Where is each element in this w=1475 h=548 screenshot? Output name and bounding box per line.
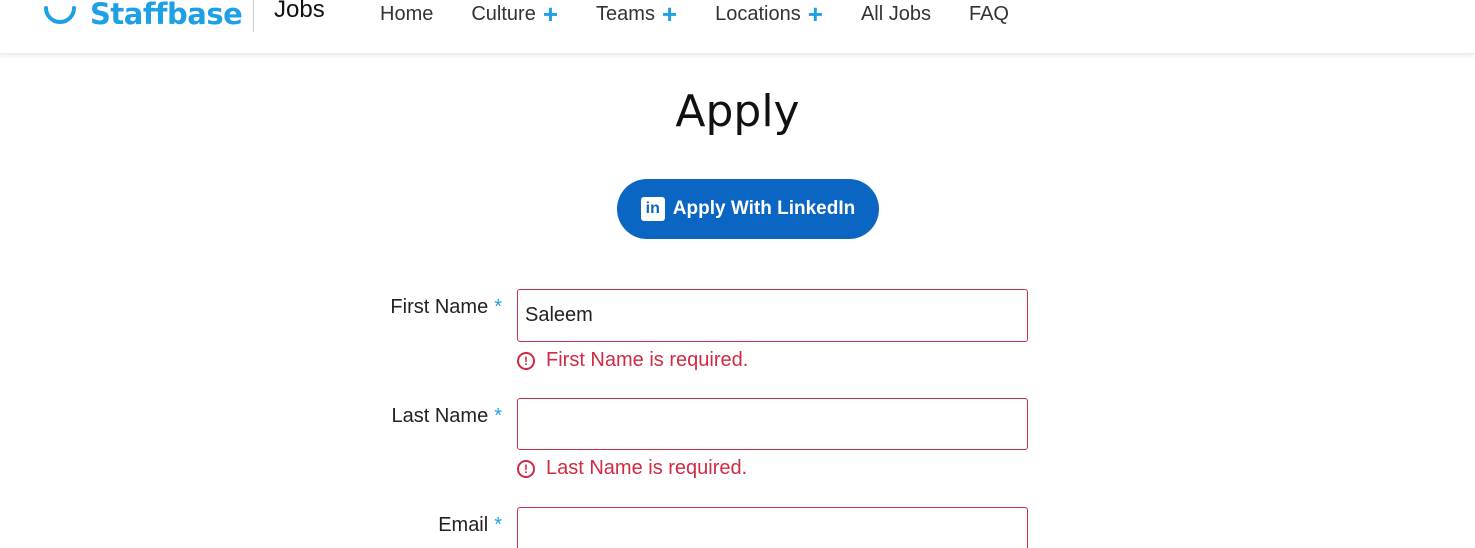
- last-name-error-text: Last Name is required.: [546, 457, 748, 479]
- email-label-text: Email: [438, 514, 489, 536]
- nav-faq[interactable]: FAQ: [969, 3, 1009, 26]
- nav-culture[interactable]: Culture +: [471, 1, 558, 27]
- first-name-input[interactable]: [517, 289, 1028, 342]
- nav-locations-label: Locations: [715, 2, 801, 25]
- nav-teams-label: Teams: [596, 2, 655, 25]
- first-name-label-text: First Name: [390, 296, 489, 318]
- nav-teams[interactable]: Teams +: [596, 1, 677, 27]
- error-icon: !: [517, 351, 535, 370]
- nav-all-jobs-label: All Jobs: [860, 2, 931, 25]
- staffbase-logo[interactable]: Staffbase: [40, 0, 243, 36]
- page-title: Apply: [675, 86, 800, 137]
- logo-text: Staffbase: [90, 0, 243, 31]
- plus-icon[interactable]: +: [808, 1, 823, 27]
- required-marker: *: [494, 296, 502, 318]
- nav-faq-label: FAQ: [968, 2, 1009, 25]
- last-name-error: ! Last Name is required.: [517, 457, 747, 480]
- first-name-label: First Name *: [302, 296, 502, 319]
- email-input[interactable]: [517, 507, 1028, 548]
- first-name-error: ! First Name is required.: [517, 349, 748, 372]
- nav-home-label: Home: [380, 2, 434, 25]
- nav-culture-label: Culture: [471, 2, 536, 25]
- logo-divider: [253, 0, 254, 32]
- apply-with-linkedin-button[interactable]: in Apply With LinkedIn: [617, 179, 879, 239]
- site-header: Staffbase Jobs Home Culture + Teams + Lo…: [0, 0, 1475, 54]
- jobs-label[interactable]: Jobs: [274, 0, 325, 24]
- nav-all-jobs[interactable]: All Jobs: [861, 3, 931, 26]
- linkedin-icon: in: [640, 197, 665, 221]
- nav-locations[interactable]: Locations +: [715, 1, 823, 27]
- last-name-label: Last Name *: [302, 405, 502, 428]
- plus-icon[interactable]: +: [543, 1, 558, 27]
- email-label: Email *: [302, 514, 502, 537]
- nav-home[interactable]: Home: [380, 3, 433, 26]
- plus-icon[interactable]: +: [662, 1, 677, 27]
- last-name-input[interactable]: [517, 398, 1028, 450]
- required-marker: *: [494, 514, 502, 536]
- last-name-label-text: Last Name: [391, 405, 489, 427]
- staffbase-smile-icon: [44, 6, 76, 24]
- first-name-error-text: First Name is required.: [546, 349, 749, 371]
- required-marker: *: [494, 405, 502, 427]
- main-nav: Home Culture + Teams + Locations + All J…: [380, 0, 1047, 30]
- error-icon: !: [517, 459, 535, 478]
- linkedin-button-label: Apply With LinkedIn: [672, 198, 856, 219]
